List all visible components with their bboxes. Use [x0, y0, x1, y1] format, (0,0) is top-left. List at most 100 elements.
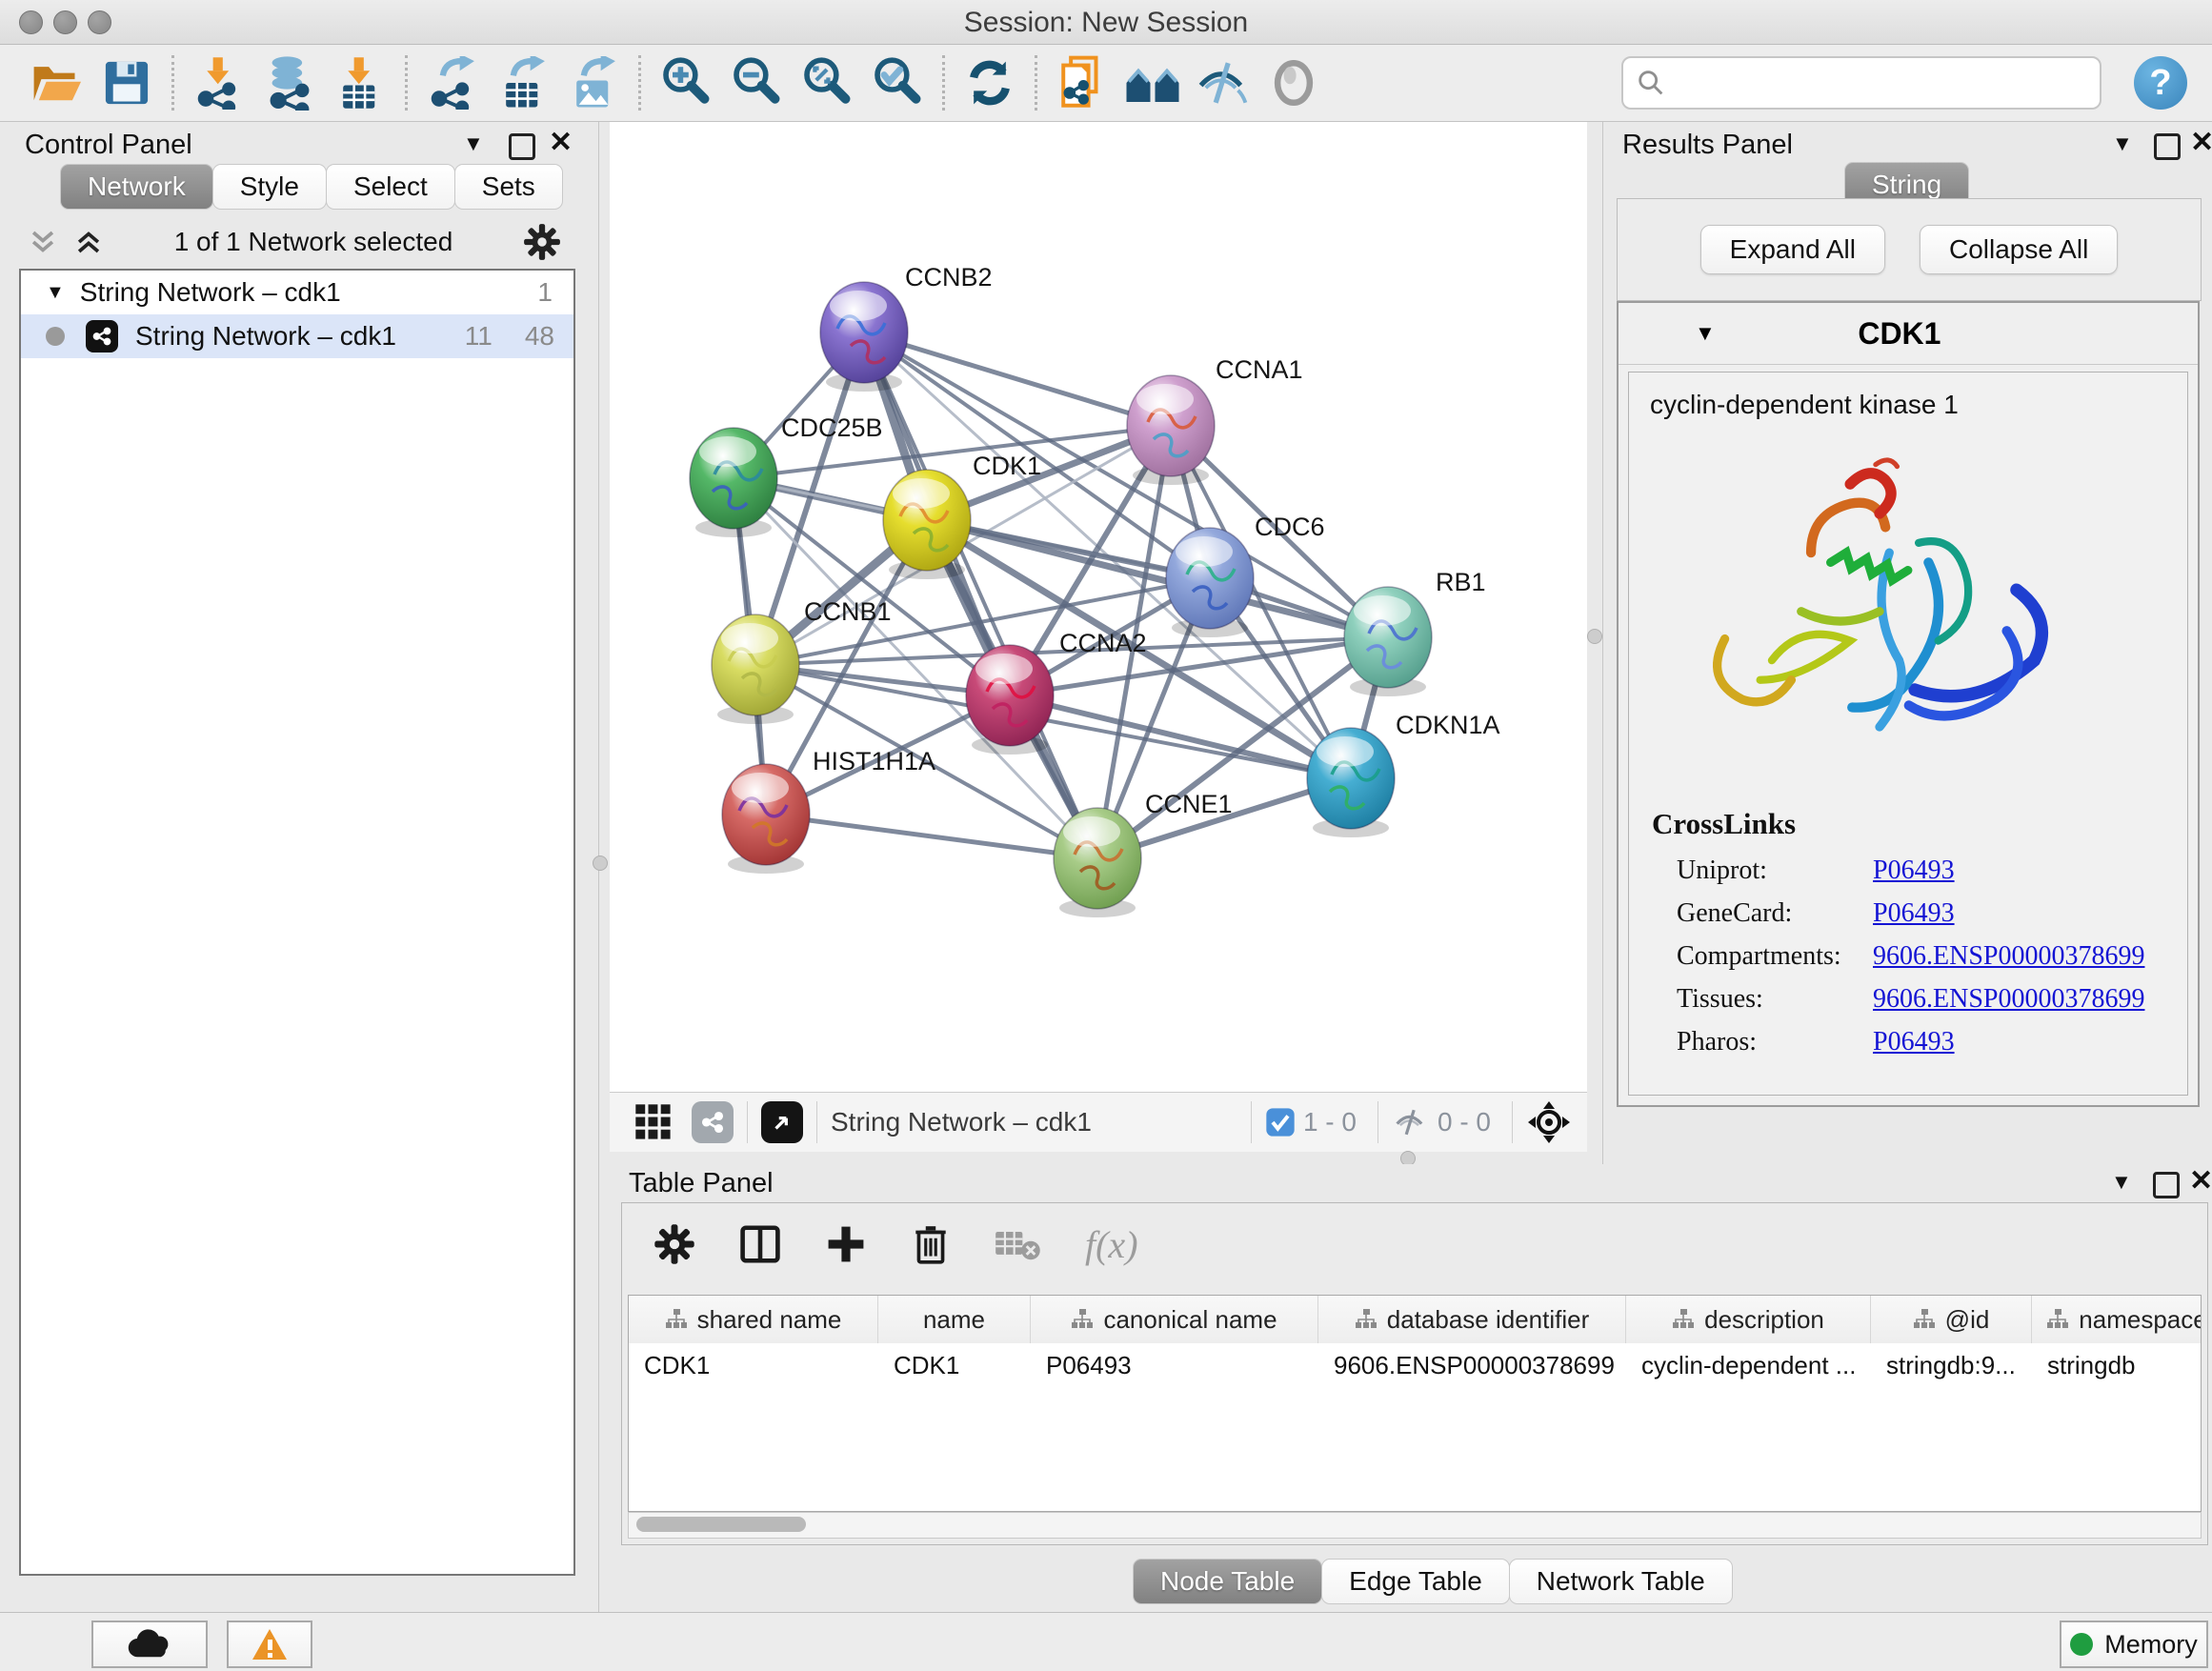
network-view-toolbar: String Network – cdk1 1 - 0 0 - 0 — [610, 1092, 1587, 1152]
collapse-all-icon[interactable] — [27, 226, 59, 258]
table-cell[interactable]: P06493 — [1031, 1343, 1318, 1387]
network-edge-CCNB2-CCNE1[interactable] — [864, 332, 1097, 858]
collapse-all-button[interactable]: Collapse All — [1920, 225, 2118, 274]
add-column-icon[interactable] — [824, 1222, 868, 1266]
splitter-handle[interactable] — [593, 856, 608, 871]
save-session-button[interactable] — [91, 51, 162, 114]
network-node-RB1[interactable]: RB1 — [1344, 568, 1486, 696]
cloud-button[interactable] — [91, 1621, 208, 1668]
network-edge-HIST1H1A-CCNE1[interactable] — [766, 815, 1097, 858]
table-cell[interactable]: cyclin-dependent ... — [1626, 1343, 1871, 1387]
string-view-icon[interactable] — [692, 1101, 734, 1143]
string-home-button[interactable] — [1117, 51, 1188, 114]
crosslinks-title: CrossLinks — [1652, 807, 1796, 841]
table-row[interactable]: CDK1CDK1P064939606.ENSP00000378699cyclin… — [629, 1343, 2201, 1387]
table-cell[interactable]: 9606.ENSP00000378699 — [1318, 1343, 1626, 1387]
disclosure-triangle-icon[interactable]: ▼ — [46, 282, 65, 304]
gray-eye-icon — [1268, 58, 1319, 108]
panel-float-icon[interactable] — [509, 133, 535, 160]
zoom-out-button[interactable] — [721, 51, 792, 114]
delete-column-icon[interactable] — [910, 1222, 952, 1266]
panel-close-icon[interactable]: ✕ — [549, 126, 573, 159]
grid-view-icon[interactable] — [633, 1101, 674, 1143]
network-canvas[interactable]: CCNB2CCNA1CDC25BCDK1CDC6RB1CCNB1CCNA2CDK… — [610, 122, 1587, 1092]
panel-menu-icon[interactable]: ▼ — [2112, 131, 2133, 156]
table-gear-icon[interactable] — [653, 1222, 696, 1266]
zoom-in-button[interactable] — [651, 51, 721, 114]
table-cell[interactable]: CDK1 — [629, 1343, 878, 1387]
node-label-CCNA2: CCNA2 — [1059, 629, 1147, 657]
network-node-CCNE1[interactable]: CCNE1 — [1054, 790, 1233, 917]
crosslink-value-link[interactable]: 9606.ENSP00000378699 — [1873, 984, 2144, 1015]
hide-glass-button[interactable] — [1188, 51, 1258, 114]
help-button[interactable]: ? — [2134, 56, 2187, 110]
panel-menu-icon[interactable]: ▼ — [463, 131, 484, 156]
panel-close-icon[interactable]: ✕ — [2190, 126, 2212, 159]
selected-checkbox-icon[interactable] — [1265, 1107, 1296, 1137]
tab-network-table[interactable]: Network Table — [1509, 1559, 1733, 1604]
export-network-button[interactable] — [417, 51, 488, 114]
column-header-sharedname[interactable]: shared name — [629, 1296, 878, 1343]
table-cell[interactable]: stringdb:9... — [1871, 1343, 2032, 1387]
expand-all-icon[interactable] — [72, 226, 105, 258]
tab-node-table[interactable]: Node Table — [1133, 1559, 1322, 1604]
tab-select[interactable]: Select — [326, 164, 455, 210]
search-input[interactable] — [1675, 63, 2100, 103]
warnings-button[interactable] — [227, 1621, 312, 1668]
hidden-eye-icon[interactable] — [1392, 1107, 1430, 1137]
crosslink-value-link[interactable]: 9606.ENSP00000378699 — [1873, 941, 2144, 972]
refresh-button[interactable] — [955, 51, 1025, 114]
fit-content-crosshair-icon[interactable] — [1526, 1099, 1572, 1145]
table-cell[interactable]: CDK1 — [878, 1343, 1031, 1387]
control-panel: Control Panel ▼ ✕ NetworkStyleSelectSets… — [0, 122, 599, 1612]
import-network-button[interactable] — [184, 51, 254, 114]
open-session-button[interactable] — [21, 51, 91, 114]
panel-menu-icon[interactable]: ▼ — [2111, 1170, 2132, 1195]
import-table-button[interactable] — [325, 51, 395, 114]
export-image-button[interactable] — [558, 51, 629, 114]
column-tree-icon — [1913, 1308, 1936, 1331]
protein-card-header[interactable]: ▼ CDK1 — [1619, 303, 2198, 365]
zoom-fit-button[interactable] — [792, 51, 862, 114]
network-collection-row[interactable]: ▼ String Network – cdk1 1 — [21, 271, 573, 314]
column-header-name[interactable]: name — [878, 1296, 1031, 1343]
tab-sets[interactable]: Sets — [454, 164, 563, 210]
column-header-namespace[interactable]: namespace — [2032, 1296, 2202, 1343]
crosslink-value-link[interactable]: P06493 — [1873, 898, 1955, 929]
show-glass-button[interactable] — [1258, 51, 1329, 114]
import-database-button[interactable] — [254, 51, 325, 114]
tab-edge-table[interactable]: Edge Table — [1321, 1559, 1510, 1604]
network-row-selected[interactable]: String Network – cdk1 11 48 — [21, 314, 573, 358]
birds-eye-view-icon[interactable] — [761, 1101, 803, 1143]
gear-icon[interactable] — [522, 222, 562, 262]
panel-close-icon[interactable]: ✕ — [2189, 1164, 2212, 1198]
column-header-description[interactable]: description — [1626, 1296, 1871, 1343]
tab-style[interactable]: Style — [212, 164, 327, 210]
network-edge-CCNB2-CCNA1[interactable] — [864, 332, 1171, 426]
horizontal-scrollbar[interactable] — [628, 1512, 2202, 1539]
splitter-handle[interactable] — [1587, 629, 1602, 644]
network-node-HIST1H1A[interactable]: HIST1H1A — [722, 747, 935, 874]
share-document-button[interactable] — [1047, 51, 1117, 114]
column-header-id[interactable]: @id — [1871, 1296, 2032, 1343]
show-columns-icon[interactable] — [738, 1222, 782, 1266]
disclosure-triangle-icon[interactable]: ▼ — [1695, 321, 1716, 346]
crosslink-value-link[interactable]: P06493 — [1873, 1027, 1955, 1057]
expand-all-button[interactable]: Expand All — [1700, 225, 1885, 274]
crosslink-value-link[interactable]: P06493 — [1873, 856, 1955, 886]
control-panel-tabs: NetworkStyleSelectSets — [61, 164, 563, 210]
application-window: Session: New Session — [0, 0, 2212, 1671]
column-header-canonicalname[interactable]: canonical name — [1031, 1296, 1318, 1343]
memory-button[interactable]: Memory — [2060, 1621, 2208, 1668]
panel-float-icon[interactable] — [2153, 1172, 2180, 1198]
export-image-icon — [567, 56, 620, 110]
panel-float-icon[interactable] — [2154, 133, 2181, 160]
scrollbar-thumb[interactable] — [636, 1517, 806, 1532]
export-table-button[interactable] — [488, 51, 558, 114]
zoom-selected-button[interactable] — [862, 51, 933, 114]
network-node-CDKN1A[interactable]: CDKN1A — [1307, 711, 1500, 837]
column-header-databaseidentifier[interactable]: database identifier — [1318, 1296, 1626, 1343]
table-cell[interactable]: stringdb — [2032, 1343, 2202, 1387]
tab-network[interactable]: Network — [60, 164, 213, 210]
memory-label: Memory — [2104, 1630, 2198, 1660]
